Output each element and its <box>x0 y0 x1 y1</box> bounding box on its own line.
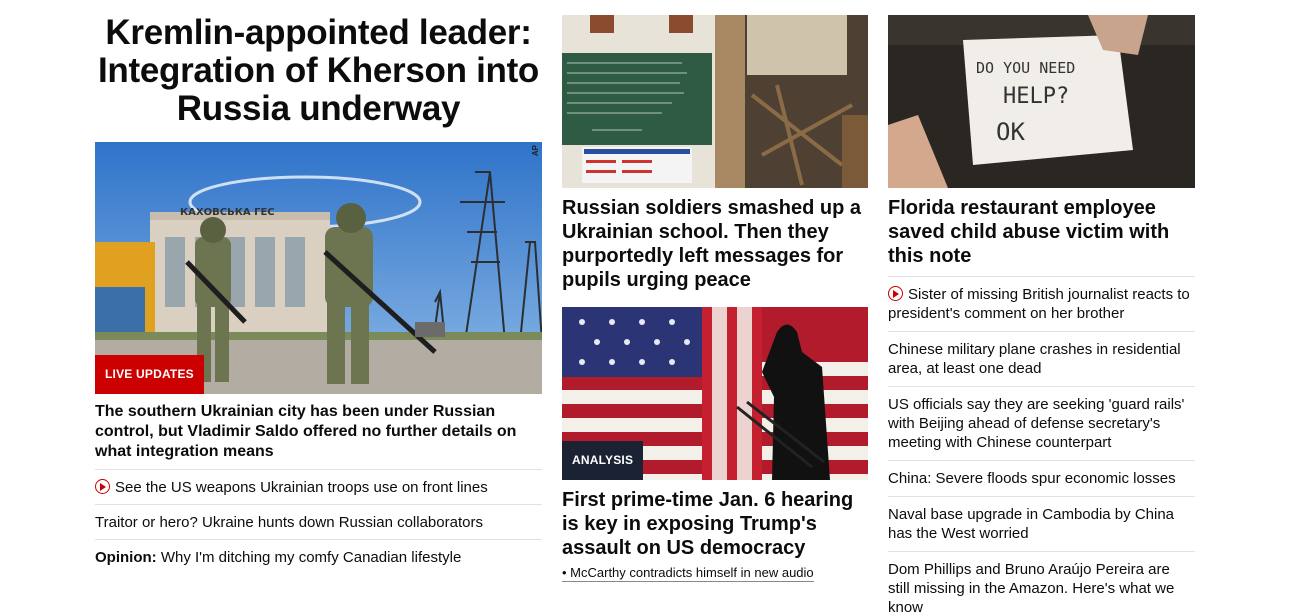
lead-related-links: See the US weapons Ukrainian troops use … <box>95 469 542 574</box>
related-link[interactable]: Why I'm ditching my comfy Canadian lifes… <box>157 549 461 566</box>
video-play-icon <box>888 286 903 301</box>
school-story-link[interactable]: Russian soldiers smashed up a Ukrainian … <box>562 197 861 291</box>
lead-headline-link[interactable]: Kremlin-appointed leader: Integration of… <box>98 13 539 128</box>
right-related-links: Sister of missing British journalist rea… <box>888 276 1195 616</box>
lead-description[interactable]: The southern Ukrainian city has been und… <box>95 402 542 462</box>
list-item[interactable]: China: Severe floods spur economic losse… <box>888 460 1195 496</box>
note-line-1: DO YOU NEED <box>976 59 1075 77</box>
hearing-story-title[interactable]: First prime-time Jan. 6 hearing is key i… <box>562 488 868 560</box>
hearing-story-link[interactable]: First prime-time Jan. 6 hearing is key i… <box>562 489 853 559</box>
list-item[interactable]: Naval base upgrade in Cambodia by China … <box>888 496 1195 551</box>
list-item[interactable]: Traitor or hero? Ukraine hunts down Russ… <box>95 504 542 539</box>
school-image[interactable] <box>562 15 868 188</box>
video-play-icon <box>95 479 110 494</box>
middle-column: Russian soldiers smashed up a Ukrainian … <box>562 0 868 582</box>
list-item[interactable]: Chinese military plane crashes in reside… <box>888 331 1195 386</box>
hearing-image[interactable]: ANALYSIS <box>562 307 868 480</box>
related-link[interactable]: Chinese military plane crashes in reside… <box>888 341 1181 377</box>
related-link[interactable]: US officials say they are seeking 'guard… <box>888 396 1184 451</box>
related-link[interactable]: Naval base upgrade in Cambodia by China … <box>888 506 1174 542</box>
list-item[interactable]: Dom Phillips and Bruno Araújo Pereira ar… <box>888 551 1195 616</box>
lead-story: Kremlin-appointed leader: Integration of… <box>95 0 542 574</box>
note-image[interactable]: DO YOU NEED HELP? OK <box>888 15 1195 188</box>
related-link[interactable]: Sister of missing British journalist rea… <box>888 286 1190 322</box>
related-link[interactable]: Traitor or hero? Ukraine hunts down Russ… <box>95 514 483 531</box>
florida-story-title[interactable]: Florida restaurant employee saved child … <box>888 196 1195 268</box>
list-item[interactable]: Sister of missing British journalist rea… <box>888 276 1195 331</box>
analysis-badge: ANALYSIS <box>562 441 644 480</box>
related-link[interactable]: See the US weapons Ukrainian troops use … <box>115 479 488 496</box>
opinion-label: Opinion: <box>95 549 157 566</box>
florida-story-link[interactable]: Florida restaurant employee saved child … <box>888 197 1169 267</box>
list-item[interactable]: US officials say they are seeking 'guard… <box>888 386 1195 460</box>
note-line-2: HELP? <box>1003 84 1069 109</box>
help-note-photo: DO YOU NEED HELP? OK <box>888 15 1195 188</box>
right-column: DO YOU NEED HELP? OK Florida restaurant … <box>888 0 1195 616</box>
photo-credit: AP <box>531 145 540 157</box>
lead-image[interactable]: КАХОВСЬКА ГЕС AP LIVE UPDATES <box>95 142 542 394</box>
live-updates-badge: LIVE UPDATES <box>95 355 204 394</box>
mccarthy-audio-link[interactable]: • McCarthy contradicts himself in new au… <box>562 565 814 582</box>
list-item[interactable]: See the US weapons Ukrainian troops use … <box>95 469 542 504</box>
school-photo <box>562 15 868 188</box>
related-link[interactable]: China: Severe floods spur economic losse… <box>888 470 1176 487</box>
school-story-title[interactable]: Russian soldiers smashed up a Ukrainian … <box>562 196 868 292</box>
note-line-3: OK <box>996 118 1025 146</box>
lead-headline[interactable]: Kremlin-appointed leader: Integration of… <box>95 14 542 128</box>
dam-sign: КАХОВСЬКА ГЕС <box>180 207 275 218</box>
related-link[interactable]: Dom Phillips and Bruno Araújo Pereira ar… <box>888 561 1174 616</box>
list-item[interactable]: Opinion: Why I'm ditching my comfy Canad… <box>95 539 542 574</box>
